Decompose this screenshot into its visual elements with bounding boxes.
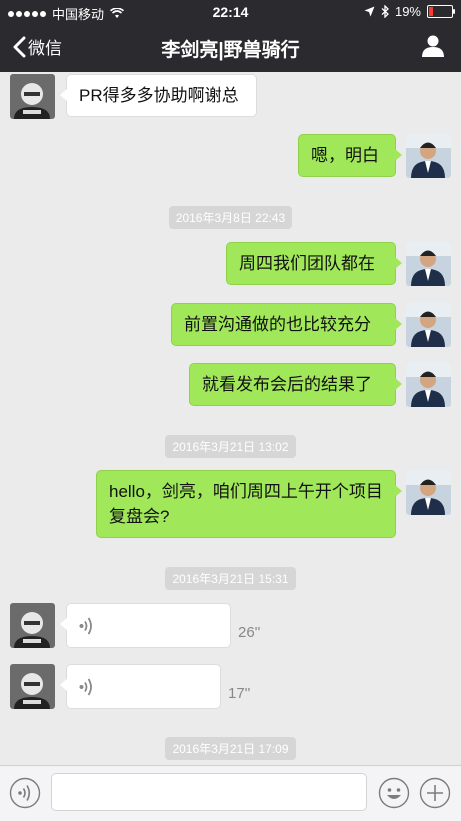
voice-icon xyxy=(9,777,41,809)
message-text: PR得多多协助啊谢总 xyxy=(79,86,239,105)
message-text: 前置沟通做的也比较充分 xyxy=(184,315,371,334)
chat-title: 李剑亮|野兽骑行 xyxy=(161,40,300,61)
message-bubble[interactable]: 嗯，明白 xyxy=(298,134,402,177)
timestamp: 2016年3月21日 13:02 xyxy=(0,435,461,458)
message-bubble[interactable]: PR得多多协助啊谢总 xyxy=(60,74,257,117)
voice-wave-icon xyxy=(79,617,92,635)
bluetooth-icon xyxy=(381,5,389,18)
message-input[interactable] xyxy=(51,773,367,811)
message-text: hello，剑亮，咱们周四上午开个项目复盘会? xyxy=(109,482,383,526)
contact-avatar[interactable] xyxy=(10,603,55,648)
message-text: 就看发布会后的结果了 xyxy=(202,375,372,394)
timestamp: 2016年3月21日 15:31 xyxy=(0,567,461,590)
voice-message-bubble[interactable] xyxy=(60,664,221,709)
emoji-button[interactable] xyxy=(378,777,410,814)
message-text: 周四我们团队都在 xyxy=(239,254,375,273)
location-icon xyxy=(364,6,375,17)
top-bar: 中国移动 22:14 19% 微信 李剑亮|野兽骑行 xyxy=(0,0,461,72)
contact-avatar[interactable] xyxy=(10,74,55,119)
message-text: 嗯，明白 xyxy=(311,146,379,165)
plus-icon xyxy=(419,777,451,809)
message-bubble[interactable]: hello，剑亮，咱们周四上午开个项目复盘会? xyxy=(96,470,402,538)
my-avatar[interactable] xyxy=(406,470,451,515)
status-bar: 中国移动 22:14 19% xyxy=(0,0,461,24)
battery-percent: 19% xyxy=(394,4,421,19)
message-bubble[interactable]: 周四我们团队都在 xyxy=(226,242,402,285)
my-avatar[interactable] xyxy=(406,133,451,178)
more-button[interactable] xyxy=(419,777,451,814)
voice-wave-icon xyxy=(79,678,92,696)
battery-icon xyxy=(427,5,455,18)
my-avatar[interactable] xyxy=(406,362,451,407)
smiley-icon xyxy=(378,777,410,809)
chat-area[interactable]: PR得多多协助啊谢总 嗯，明白 2016年3月8日 22:43 周四我们团队都在… xyxy=(0,72,461,765)
contact-avatar[interactable] xyxy=(10,664,55,709)
person-icon xyxy=(422,35,444,57)
message-bubble[interactable]: 前置沟通做的也比较充分 xyxy=(171,303,402,346)
voice-input-button[interactable] xyxy=(9,777,41,814)
input-bar xyxy=(0,765,461,821)
timestamp: 2016年3月8日 22:43 xyxy=(0,206,461,229)
message-bubble[interactable]: 就看发布会后的结果了 xyxy=(189,363,402,406)
voice-duration: 17'' xyxy=(228,685,251,702)
chat-profile-button[interactable] xyxy=(421,34,445,63)
voice-duration: 26'' xyxy=(238,624,261,641)
voice-message-bubble[interactable] xyxy=(60,603,231,648)
timestamp: 2016年3月21日 17:09 xyxy=(0,737,461,760)
my-avatar[interactable] xyxy=(406,241,451,286)
my-avatar[interactable] xyxy=(406,302,451,347)
nav-bar: 微信 李剑亮|野兽骑行 xyxy=(0,24,461,72)
